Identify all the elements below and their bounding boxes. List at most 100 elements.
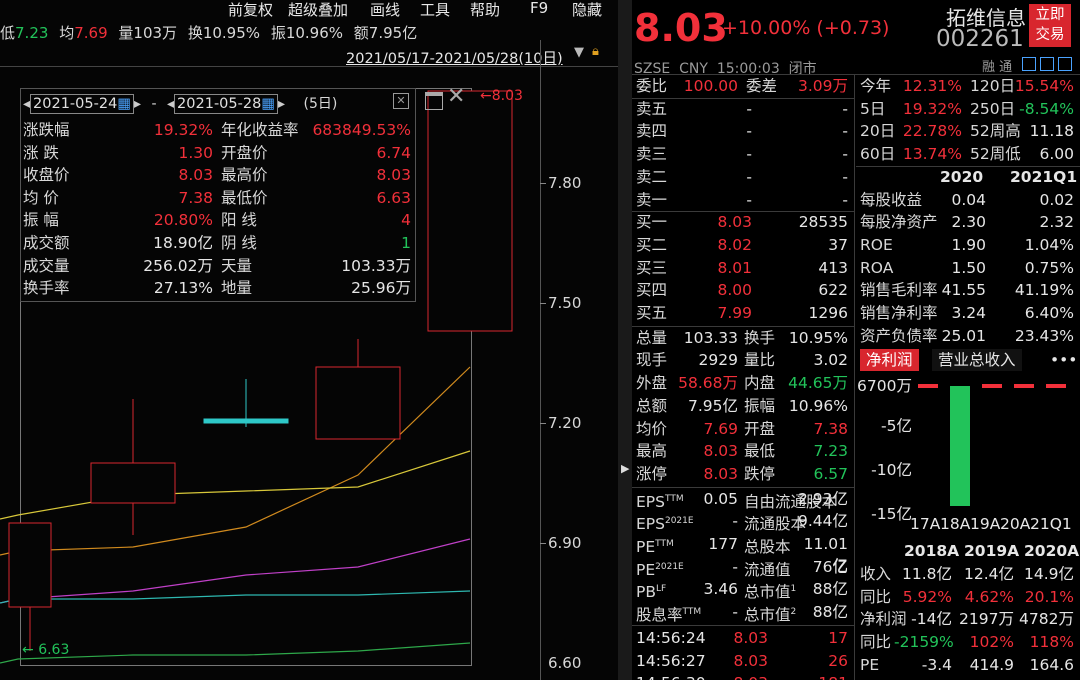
maximize-icon[interactable] xyxy=(425,92,443,110)
end-date-value: 2021-05-28 xyxy=(177,96,262,112)
weibi-value: 100.00 xyxy=(683,77,738,95)
perf-value: -8.54% xyxy=(1019,99,1074,118)
fin-value: 0.02 xyxy=(1039,190,1074,209)
valuation-label: PETTM xyxy=(636,533,674,556)
calendar-icon[interactable]: ▦ xyxy=(261,96,275,112)
annual-value: 118% xyxy=(1029,632,1074,651)
candle-body[interactable] xyxy=(8,522,52,608)
moving-average-line xyxy=(0,590,471,604)
annual-value: -14亿 xyxy=(911,610,952,629)
perf-value: 15.54% xyxy=(1014,77,1074,95)
ask-price[interactable]: - xyxy=(702,143,752,165)
annual-head: 2018A xyxy=(904,542,960,561)
chevron-down-icon[interactable]: ▼ xyxy=(574,45,584,60)
fin-label: 销售毛利率 xyxy=(860,281,938,300)
more-icon[interactable]: ••• xyxy=(1050,349,1077,371)
annual-value: 4.62% xyxy=(964,587,1014,606)
tab-revenue[interactable]: 营业总收入 xyxy=(932,349,1022,372)
perf-label: 20日 xyxy=(860,122,896,141)
ask-label: 卖二 xyxy=(636,167,668,186)
perf-value: 12.31% xyxy=(902,77,962,95)
tab-net-profit[interactable]: 净利润 xyxy=(860,349,919,372)
valuation-value: 3.46 xyxy=(703,580,738,599)
stat-value: 10.96% xyxy=(788,396,848,415)
prev-arrow-icon[interactable]: ◂ xyxy=(23,96,30,112)
external-link-icon[interactable] xyxy=(1040,57,1054,71)
annual-value: -2159% xyxy=(894,632,954,651)
stat-label: 内盘 xyxy=(744,374,776,393)
column-divider xyxy=(854,74,855,680)
fin-label: ROE xyxy=(860,235,893,254)
trade-button[interactable]: 立即交易 xyxy=(1029,4,1071,47)
bar-positive[interactable] xyxy=(1014,384,1034,389)
valuation-value: 11.01亿 xyxy=(803,535,848,575)
tick-volume: 26 xyxy=(828,651,848,670)
y-tick-mark xyxy=(540,423,546,424)
end-date-field[interactable]: 2021-05-28▦ xyxy=(174,94,279,114)
ask-price[interactable]: - xyxy=(702,120,752,142)
ask-label: 卖一 xyxy=(636,190,668,209)
bid-price[interactable]: 7.99 xyxy=(702,302,752,324)
stock-code: 002261 xyxy=(936,26,1024,52)
ask-volume: - xyxy=(842,122,848,141)
candle-body[interactable] xyxy=(203,418,289,424)
external-link-icon[interactable] xyxy=(1022,57,1036,71)
valuation-value: 88亿 xyxy=(812,580,848,599)
close-icon[interactable]: ✕ xyxy=(393,93,409,109)
moving-average-line xyxy=(0,450,471,520)
annual-label: 同比 xyxy=(860,632,892,651)
fin-value: 6.40% xyxy=(1024,304,1074,322)
start-date-field[interactable]: 2021-05-24▦ xyxy=(30,94,135,114)
close-icon[interactable]: ✕ xyxy=(447,86,465,108)
quote-panel: 8.03 +10.00% (+0.73) 拓维信息 002261 立即交易 SZ… xyxy=(632,0,1080,680)
valuation-label: PE2021E xyxy=(636,556,684,579)
fin-label: ROA xyxy=(860,258,894,277)
bid-price[interactable]: 8.03 xyxy=(702,211,752,233)
kline-panel[interactable]: 低7.23 均7.69 量103万 换10.95% 振10.96% 额7.95亿… xyxy=(0,0,618,680)
fin-label: 销售净利率 xyxy=(860,304,938,322)
tick-price: 8.03 xyxy=(733,651,768,670)
calendar-icon[interactable]: ▦ xyxy=(117,96,131,112)
stat-value: 3.02 xyxy=(813,351,848,370)
y-tick: 6.60 xyxy=(548,654,582,672)
tick-time: 14:56:24 xyxy=(636,628,706,647)
ask-price[interactable]: - xyxy=(702,166,752,188)
lock-icon[interactable]: 🔒︎ xyxy=(592,44,599,59)
next-arrow-icon[interactable]: ▸ xyxy=(134,96,141,112)
candle-body[interactable] xyxy=(427,90,513,332)
fin-value: 2.32 xyxy=(1039,213,1074,232)
bid-price[interactable]: 8.01 xyxy=(702,257,752,279)
bid-price[interactable]: 8.02 xyxy=(702,234,752,256)
ask-price[interactable]: - xyxy=(702,98,752,120)
ask-price[interactable]: - xyxy=(702,189,752,211)
bar-positive[interactable] xyxy=(918,384,938,389)
panel-divider[interactable]: ▶ xyxy=(618,0,632,680)
y-axis-line xyxy=(540,40,541,680)
high-marker: ←8.03 xyxy=(480,88,523,104)
bid-price[interactable]: 8.00 xyxy=(702,279,752,301)
menu-hide[interactable]: 隐藏 xyxy=(572,0,602,20)
candle-body[interactable] xyxy=(315,366,401,440)
fin-value: 3.24 xyxy=(951,304,986,322)
bid-volume: 37 xyxy=(828,235,848,254)
bar-negative[interactable] xyxy=(950,386,970,506)
annual-label: 同比 xyxy=(860,587,892,606)
bar-positive[interactable] xyxy=(1046,384,1066,389)
bar-positive[interactable] xyxy=(982,384,1002,389)
bid-label: 买一 xyxy=(636,213,668,232)
fin-value: 0.04 xyxy=(951,190,986,209)
stat-value: 103.33 xyxy=(683,328,738,347)
perf-label: 5日 xyxy=(860,99,886,118)
bid-label: 买五 xyxy=(636,304,668,322)
collapse-arrow-icon[interactable]: ▶ xyxy=(621,462,629,475)
external-link-icon[interactable] xyxy=(1058,57,1072,71)
popup-value: 1 xyxy=(401,234,411,252)
bar-category: 17A xyxy=(910,515,941,534)
prev-arrow-icon[interactable]: ◂ xyxy=(167,96,174,112)
valuation-label-text: 股息率 xyxy=(636,606,683,625)
popup-value: 19.32% xyxy=(153,121,213,139)
candle-body[interactable] xyxy=(90,462,176,504)
ask-label: 卖五 xyxy=(636,99,668,118)
next-arrow-icon[interactable]: ▸ xyxy=(278,96,285,112)
y-tick: 6.90 xyxy=(548,534,582,552)
